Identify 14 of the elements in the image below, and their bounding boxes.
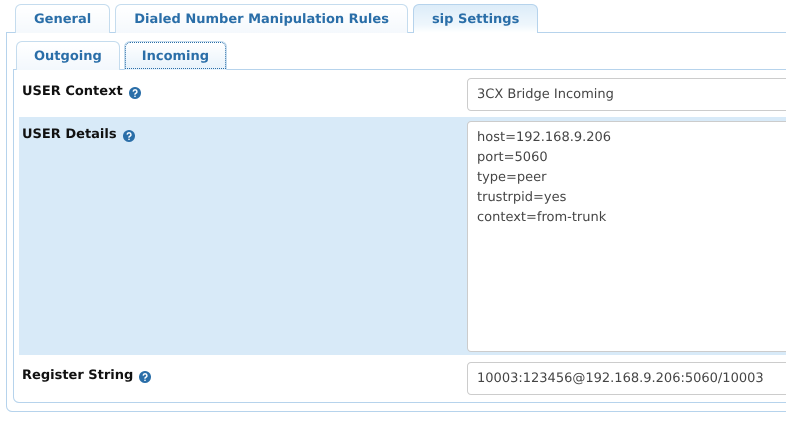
- field-label: USER Details: [22, 127, 117, 142]
- help-icon[interactable]: [128, 87, 141, 99]
- help-icon[interactable]: [122, 130, 135, 142]
- field-label: Register String: [22, 368, 134, 383]
- input-field[interactable]: 3CX Bridge Incoming: [467, 78, 786, 111]
- tab[interactable]: Outgoing: [16, 41, 120, 70]
- tab[interactable]: General: [15, 4, 110, 33]
- tab[interactable]: sip Settings: [412, 4, 538, 33]
- field-label: USER Context: [22, 84, 123, 99]
- text-area[interactable]: host=192.168.9.206 port=5060 type=peer trustrpid=yes context=from-trunk: [467, 121, 786, 352]
- tab[interactable]: Dialed Number Manipulation Rules: [115, 4, 408, 33]
- help-icon[interactable]: [139, 371, 152, 383]
- input-field[interactable]: 10003:123456@192.168.9.206:5060/10003: [467, 362, 786, 395]
- tab[interactable]: Incoming: [124, 41, 228, 70]
